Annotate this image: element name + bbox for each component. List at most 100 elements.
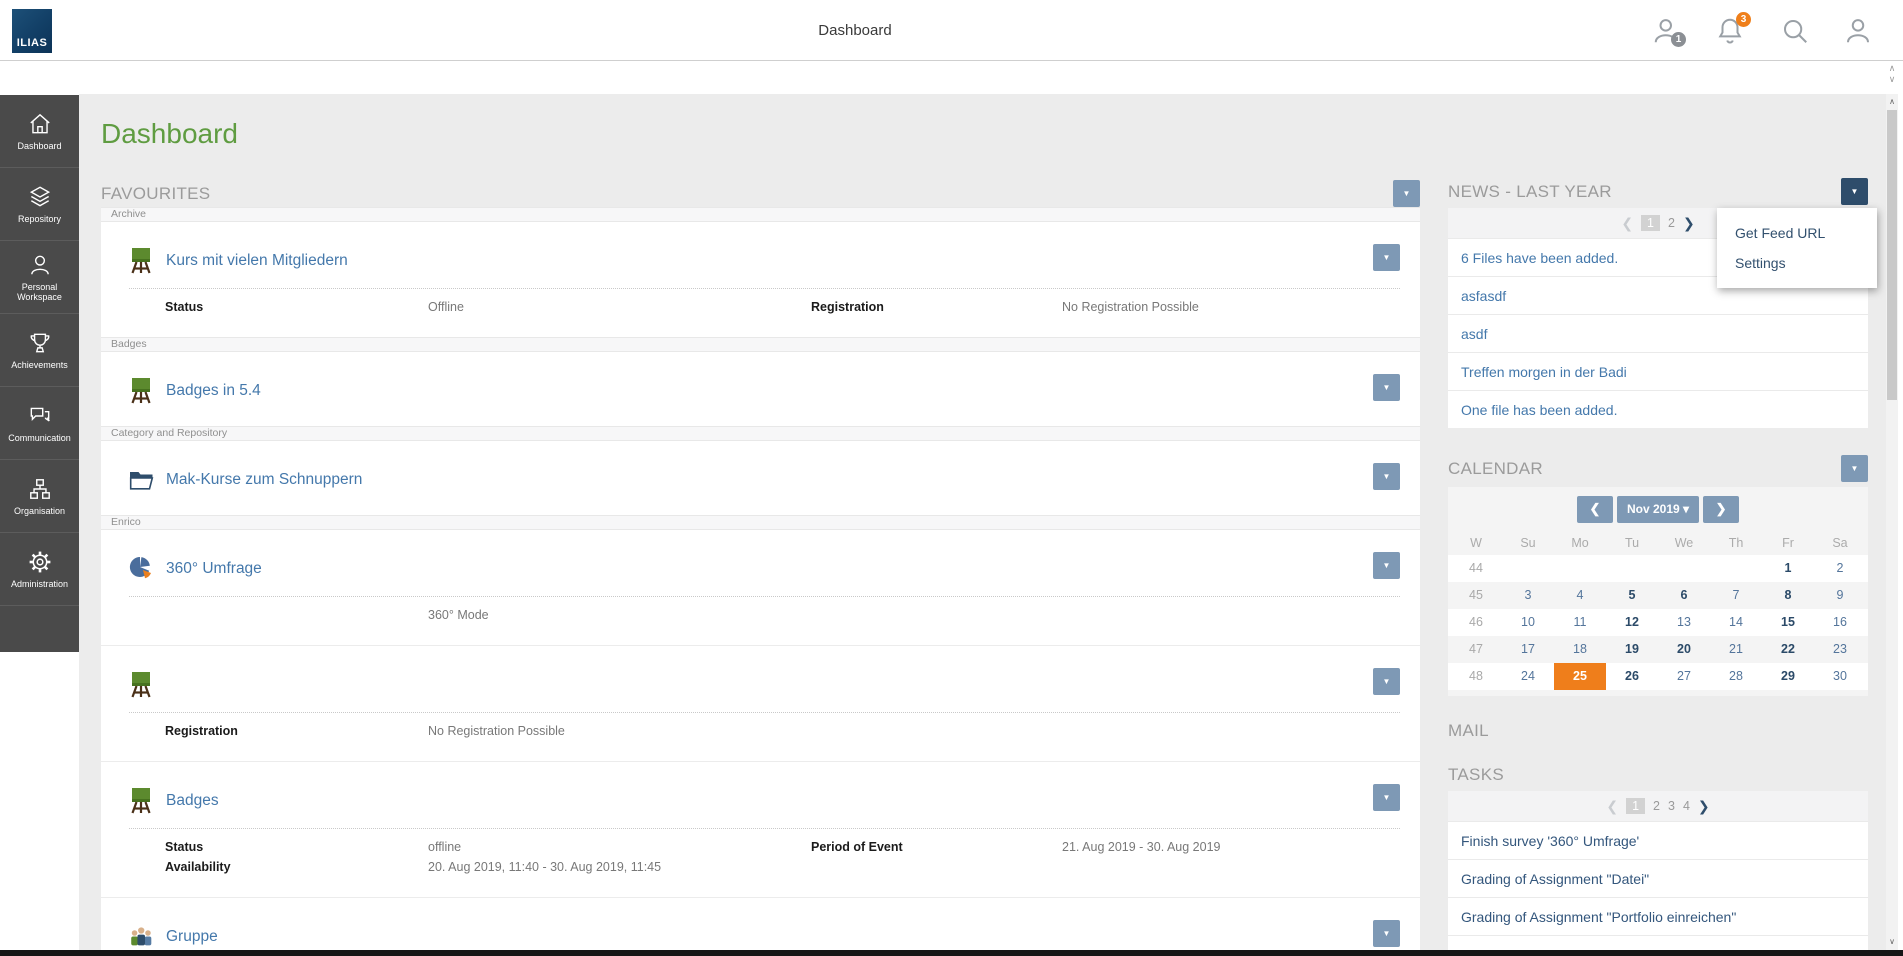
calendar-day-cell[interactable]: 3: [1502, 582, 1554, 609]
dropdown-menu-item[interactable]: Get Feed URL: [1717, 218, 1877, 248]
search-button[interactable]: [1780, 16, 1810, 46]
item-actions-dropdown-button[interactable]: ▼: [1373, 463, 1400, 490]
gear-icon: [27, 549, 53, 575]
calendar-day-cell[interactable]: 29: [1762, 663, 1814, 690]
item-actions-dropdown-button[interactable]: ▼: [1373, 552, 1400, 579]
calendar-day-cell[interactable]: 23: [1814, 636, 1866, 663]
task-item-link[interactable]: Give Peer Feedback in Assignment "aufgab…: [1448, 935, 1868, 950]
calendar-week-row: 44 12: [1448, 555, 1868, 582]
calendar-day-cell[interactable]: 7: [1710, 582, 1762, 609]
item-title-link[interactable]: Badges: [166, 792, 219, 810]
pagination-prev-icon[interactable]: ❮: [1606, 798, 1618, 815]
calendar-day-cell[interactable]: 1: [1762, 555, 1814, 582]
calendar-day-cell[interactable]: 27: [1658, 663, 1710, 690]
pagination-prev-icon[interactable]: ❮: [1621, 215, 1633, 232]
scroll-up-arrow[interactable]: ∧: [1886, 97, 1898, 106]
group-items: Mak-Kurse zum Schnuppern ▼: [101, 441, 1420, 515]
calendar-day-cell[interactable]: 12: [1606, 609, 1658, 636]
calendar-week-number: 44: [1450, 555, 1502, 582]
sidebar-item-personal-workspace[interactable]: Personal Workspace: [0, 241, 79, 314]
favourites-dropdown-button[interactable]: ▼: [1393, 180, 1420, 207]
calendar-prev-month-button[interactable]: ❮: [1577, 496, 1613, 523]
sidebar-item-label: Communication: [6, 433, 73, 443]
calendar-day-cell[interactable]: 8: [1762, 582, 1814, 609]
user-avatar-button[interactable]: [1843, 16, 1873, 46]
calendar-day-cell[interactable]: 25: [1554, 663, 1606, 690]
item-actions-dropdown-button[interactable]: ▼: [1373, 244, 1400, 271]
calendar-day-cell[interactable]: 9: [1814, 582, 1866, 609]
item-title-link[interactable]: Mak-Kurse zum Schnuppern: [166, 471, 362, 489]
pagination-page-1[interactable]: 1: [1641, 215, 1660, 231]
item-head: [129, 670, 1400, 700]
task-item-link[interactable]: Finish survey '360° Umfrage': [1448, 821, 1868, 859]
item-actions-dropdown-button[interactable]: ▼: [1373, 784, 1400, 811]
calendar-day-cell[interactable]: 21: [1710, 636, 1762, 663]
calendar-day-cell[interactable]: 16: [1814, 609, 1866, 636]
calendar-day-cell[interactable]: 10: [1502, 609, 1554, 636]
property-value: 20. Aug 2019, 11:40 - 30. Aug 2019, 11:4…: [428, 857, 811, 877]
item-title-link[interactable]: Badges in 5.4: [166, 382, 261, 400]
calendar-day-cell: [1606, 555, 1658, 582]
news-dropdown-button[interactable]: ▼: [1841, 178, 1868, 205]
calendar-day-cell[interactable]: 17: [1502, 636, 1554, 663]
sidebar-item-organisation[interactable]: Organisation: [0, 460, 79, 533]
calendar-day-cell[interactable]: 19: [1606, 636, 1658, 663]
pagination-next-icon[interactable]: ❯: [1683, 215, 1695, 232]
sidebar-item-administration[interactable]: Administration: [0, 533, 79, 606]
item-title-link[interactable]: Kurs mit vielen Mitgliedern: [166, 252, 348, 270]
calendar-day-cell[interactable]: 15: [1762, 609, 1814, 636]
property-label: Status: [165, 837, 428, 857]
pagination-page-2[interactable]: 2: [1668, 216, 1675, 230]
calendar-title: CALENDAR: [1448, 459, 1543, 479]
scroll-down-arrow[interactable]: ∨: [1886, 937, 1898, 946]
notifications-button[interactable]: 3: [1715, 16, 1745, 46]
online-users-button[interactable]: 1: [1652, 16, 1682, 46]
ilias-logo[interactable]: ILIAS: [12, 9, 52, 53]
item-actions-dropdown-button[interactable]: ▼: [1373, 668, 1400, 695]
calendar-day-cell[interactable]: 30: [1814, 663, 1866, 690]
news-item-link[interactable]: Treffen morgen in der Badi: [1448, 352, 1868, 390]
task-item-link[interactable]: Grading of Assignment "Portfolio einreic…: [1448, 897, 1868, 935]
calendar-dropdown-button[interactable]: ▼: [1841, 455, 1868, 482]
calendar-day-cell[interactable]: 20: [1658, 636, 1710, 663]
pagination-page-1[interactable]: 1: [1626, 798, 1645, 814]
pagination-page-4[interactable]: 4: [1683, 799, 1690, 813]
calendar-month-select-button[interactable]: Nov 2019 ▾: [1617, 496, 1699, 523]
calendar-day-cell[interactable]: 2: [1814, 555, 1866, 582]
item-actions-dropdown-button[interactable]: ▼: [1373, 920, 1400, 947]
dropdown-menu-item[interactable]: Settings: [1717, 248, 1877, 278]
content-scrollbar[interactable]: ∧ ∨: [1886, 94, 1898, 950]
calendar-day-cell[interactable]: 6: [1658, 582, 1710, 609]
calendar-day-cell[interactable]: 22: [1762, 636, 1814, 663]
repository-item: 360° Umfrage ▼ 360° Mode: [101, 530, 1420, 645]
task-item-link[interactable]: Grading of Assignment "Datei": [1448, 859, 1868, 897]
calendar-week-number: 48: [1450, 663, 1502, 690]
calendar-day-cell[interactable]: 26: [1606, 663, 1658, 690]
calendar-day-cell[interactable]: 14: [1710, 609, 1762, 636]
calendar-day-cell[interactable]: 18: [1554, 636, 1606, 663]
news-header: NEWS - LAST YEAR ▼: [1448, 178, 1868, 205]
news-item-link[interactable]: One file has been added.: [1448, 390, 1868, 428]
calendar-day-cell[interactable]: 11: [1554, 609, 1606, 636]
item-properties: RegistrationNo Registration Possible: [165, 721, 1400, 741]
news-item-link[interactable]: asdf: [1448, 314, 1868, 352]
scrollbar-thumb[interactable]: [1887, 110, 1897, 400]
pagination-page-2[interactable]: 2: [1653, 799, 1660, 813]
item-title-link[interactable]: Gruppe: [166, 928, 218, 946]
mini-scrollbar[interactable]: ∧∨: [1884, 63, 1900, 85]
calendar-day-cell[interactable]: 4: [1554, 582, 1606, 609]
sidebar-item-dashboard[interactable]: Dashboard: [0, 95, 79, 168]
survey-icon: [129, 555, 154, 583]
calendar-day-cell[interactable]: 28: [1710, 663, 1762, 690]
sidebar-item-communication[interactable]: Communication: [0, 387, 79, 460]
pagination-page-3[interactable]: 3: [1668, 799, 1675, 813]
calendar-next-month-button[interactable]: ❯: [1703, 496, 1739, 523]
sidebar-item-repository[interactable]: Repository: [0, 168, 79, 241]
pagination-next-icon[interactable]: ❯: [1698, 798, 1710, 815]
item-actions-dropdown-button[interactable]: ▼: [1373, 374, 1400, 401]
calendar-day-cell[interactable]: 24: [1502, 663, 1554, 690]
calendar-day-cell[interactable]: 5: [1606, 582, 1658, 609]
item-title-link[interactable]: 360° Umfrage: [166, 560, 262, 578]
calendar-day-cell[interactable]: 13: [1658, 609, 1710, 636]
sidebar-item-achievements[interactable]: Achievements: [0, 314, 79, 387]
